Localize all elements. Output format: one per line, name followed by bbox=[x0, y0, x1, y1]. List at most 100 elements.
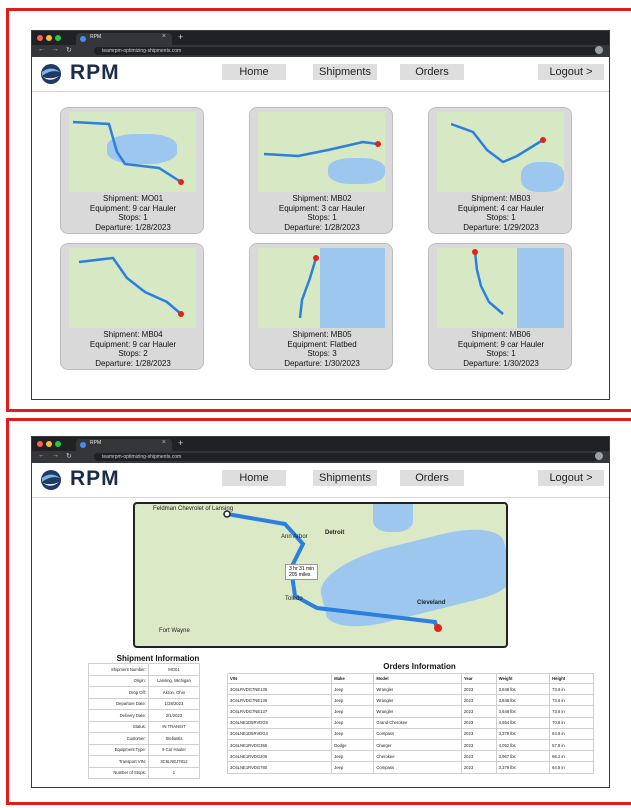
map-label-origin: Feldman Chevrolet of Lansing bbox=[153, 506, 234, 512]
close-tab-icon[interactable]: × bbox=[162, 439, 166, 446]
forward-icon[interactable]: → bbox=[52, 46, 59, 53]
shipment-info-value: Akron, Ohio bbox=[147, 686, 201, 699]
orders-cell: Jeep bbox=[331, 705, 375, 718]
url-field[interactable]: teamrpm-optimizing-shipments.com bbox=[94, 47, 599, 55]
browser-tab[interactable]: RPM × bbox=[76, 33, 172, 45]
browser-window-shipments: RPM × + ← → ↻ teamrpm-optimizing-shipmen… bbox=[31, 30, 610, 400]
nav-home-button[interactable]: Home bbox=[222, 64, 286, 80]
account-icon[interactable] bbox=[595, 46, 603, 54]
orders-cell: 3C6LNE1D5RVDG4 bbox=[226, 727, 333, 740]
favicon-icon bbox=[80, 442, 86, 448]
maximize-window-icon[interactable] bbox=[55, 441, 61, 447]
nav-home-button[interactable]: Home bbox=[222, 470, 286, 486]
brand-wordmark: RPM bbox=[70, 467, 120, 490]
eta-badge: 3 hr 31 min 205 miles bbox=[285, 564, 319, 580]
orders-cell: 4,052 lbs bbox=[495, 738, 551, 752]
shipment-info-value: Lansing, Michigan bbox=[147, 674, 201, 687]
shipment-info-row: Delivery Date: 2/1/2023 bbox=[88, 709, 201, 722]
orders-info-table: VIN Make Model Year Weight Height 3C6LRVDG7NE… bbox=[226, 673, 594, 774]
orders-cell: 73.6 in bbox=[549, 694, 594, 707]
orders-cell: Charger bbox=[373, 738, 462, 752]
shipment-stops: Stops: 2 bbox=[118, 349, 148, 358]
back-icon[interactable]: ← bbox=[38, 46, 45, 53]
shipment-card-details: Shipment: MB04 Equipment: 9 car Hauler S… bbox=[61, 330, 205, 368]
orders-cell: 2023 bbox=[460, 738, 497, 752]
orders-cell: 3C6LRVDG7NE137 bbox=[226, 705, 333, 718]
shipment-stops: Stops: 1 bbox=[486, 213, 516, 222]
app-header: RPM Home Shipments Orders Logout > bbox=[32, 463, 609, 498]
shipment-card-details: Shipment: MB03 Equipment: 4 car Hauler S… bbox=[429, 194, 573, 232]
shipment-info-row: Status: IN TRANSIT bbox=[88, 720, 201, 733]
reload-icon[interactable]: ↻ bbox=[66, 46, 72, 54]
logout-button[interactable]: Logout > bbox=[538, 470, 604, 486]
table-row[interactable]: 3C6LRVDG7NE135 Jeep Wrangler 2023 3,848 lbs 7… bbox=[226, 682, 594, 696]
shipment-equipment: Equipment: 9 car Hauler bbox=[89, 203, 177, 213]
shipment-info-row: Drop Off: Akron, Ohio bbox=[88, 686, 201, 699]
table-row[interactable]: 3C6LNE1RVDG205 Jeep Cherokee 2023 3,967 lbs 6… bbox=[226, 750, 594, 763]
map-label-toledo: Toledo bbox=[285, 596, 303, 602]
orders-cell: 3,379 lbs bbox=[495, 761, 551, 774]
table-row[interactable]: 3C6LRVDG7NE137 Jeep Wrangler 2023 3,848 lbs 7… bbox=[226, 705, 594, 718]
table-row[interactable]: 3C6LNE1D5RVDG9 Jeep Grand Cherokee 2023 4,65… bbox=[226, 716, 594, 729]
new-tab-icon[interactable]: + bbox=[178, 32, 183, 42]
maximize-window-icon[interactable] bbox=[55, 35, 61, 41]
nav-shipments-button[interactable]: Shipments bbox=[313, 470, 377, 486]
tab-title: RPM bbox=[90, 34, 102, 40]
orders-cell: 3C6LRVDG7NE135 bbox=[226, 682, 333, 696]
nav-shipments-button[interactable]: Shipments bbox=[313, 64, 377, 80]
route-map bbox=[69, 248, 196, 328]
table-row[interactable]: 3C6LRVDG7NE136 Jeep Wrangler 2023 3,848 lbs 7… bbox=[226, 694, 594, 707]
nav-orders-button[interactable]: Orders bbox=[400, 64, 464, 80]
table-row[interactable]: 3C6LNE1D5RVDG4 Jeep Compass 2023 3,379 lbs 64… bbox=[226, 727, 594, 740]
rpm-logo-icon bbox=[41, 470, 61, 490]
forward-icon[interactable]: → bbox=[52, 452, 59, 459]
orders-cell: 2023 bbox=[460, 750, 497, 763]
minimize-window-icon[interactable] bbox=[46, 441, 52, 447]
orders-cell: Wrangler bbox=[373, 682, 462, 696]
shipment-card[interactable]: Shipment: MB06 Equipment: 9 car Hauler S… bbox=[428, 243, 572, 370]
orders-cell: 73.6 in bbox=[549, 705, 594, 718]
shipment-equipment: Equipment: 9 car Hauler bbox=[89, 339, 177, 349]
address-bar-row: ← → ↻ teamrpm-optimizing-shipments.com bbox=[32, 45, 609, 57]
minimize-window-icon[interactable] bbox=[46, 35, 52, 41]
shipment-card[interactable]: Shipment: MO01 Equipment: 9 car Hauler S… bbox=[60, 107, 204, 234]
new-tab-icon[interactable]: + bbox=[178, 438, 183, 448]
url-field[interactable]: teamrpm-optimizing-shipments.com bbox=[94, 453, 599, 461]
shipment-card[interactable]: Shipment: MB05 Equipment: Flatbed Stops:… bbox=[249, 243, 393, 370]
close-tab-icon[interactable]: × bbox=[162, 33, 166, 40]
table-row[interactable]: 3C6LNE1RVDG365 Dodge Charger 2023 4,052 lbs 5… bbox=[226, 738, 594, 752]
orders-cell: 64.8 in bbox=[549, 761, 594, 774]
shipment-card[interactable]: Shipment: MB03 Equipment: 4 car Hauler S… bbox=[428, 107, 572, 234]
close-window-icon[interactable] bbox=[37, 441, 43, 447]
map-label-detroit: Detroit bbox=[325, 530, 345, 536]
nav-orders-button[interactable]: Orders bbox=[400, 470, 464, 486]
shipment-info-label: Departure Date: bbox=[88, 697, 149, 710]
tab-title: RPM bbox=[90, 440, 102, 446]
shipment-info-row: Equipment Type: 9 Car Hauler bbox=[88, 743, 201, 756]
shipment-info-value: 2/1/2023 bbox=[147, 709, 201, 722]
shipment-route-map[interactable]: Feldman Chevrolet of Lansing Ann Arbor D… bbox=[133, 502, 508, 648]
table-row[interactable]: 3C6LNE1RVDG780 Jeep Compass 2023 3,379 lbs 64… bbox=[226, 761, 594, 774]
orders-cell: 3C6LNE1RVDG365 bbox=[226, 738, 333, 752]
logout-button[interactable]: Logout > bbox=[538, 64, 604, 80]
close-window-icon[interactable] bbox=[37, 35, 43, 41]
shipment-card[interactable]: Shipment: MB04 Equipment: 9 car Hauler S… bbox=[60, 243, 204, 370]
shipment-info-row: Origin: Lansing, Michigan bbox=[88, 674, 201, 687]
route-map bbox=[69, 112, 196, 192]
shipment-card[interactable]: Shipment: MB02 Equipment: 3 car Hauler S… bbox=[249, 107, 393, 234]
orders-cell: 66.2 in bbox=[549, 750, 594, 763]
account-icon[interactable] bbox=[595, 452, 603, 460]
shipment-info-value: 1 bbox=[147, 766, 201, 779]
back-icon[interactable]: ← bbox=[38, 452, 45, 459]
orders-cell: Grand Cherokee bbox=[373, 716, 462, 729]
orders-cell: 70.8 in bbox=[549, 716, 594, 729]
shipment-info-value: Stellantis bbox=[147, 732, 201, 745]
shipment-card-details: Shipment: MB02 Equipment: 3 car Hauler S… bbox=[250, 194, 394, 232]
orders-cell: Jeep bbox=[331, 694, 375, 707]
shipment-departure: Departure: 1/30/2023 bbox=[463, 358, 539, 368]
map-label-cleveland: Cleveland bbox=[417, 600, 446, 606]
browser-tab[interactable]: RPM × bbox=[76, 439, 172, 451]
orders-cell: 73.6 in bbox=[549, 682, 594, 696]
shipment-info-row: Customer: Stellantis bbox=[88, 732, 201, 745]
reload-icon[interactable]: ↻ bbox=[66, 452, 72, 460]
